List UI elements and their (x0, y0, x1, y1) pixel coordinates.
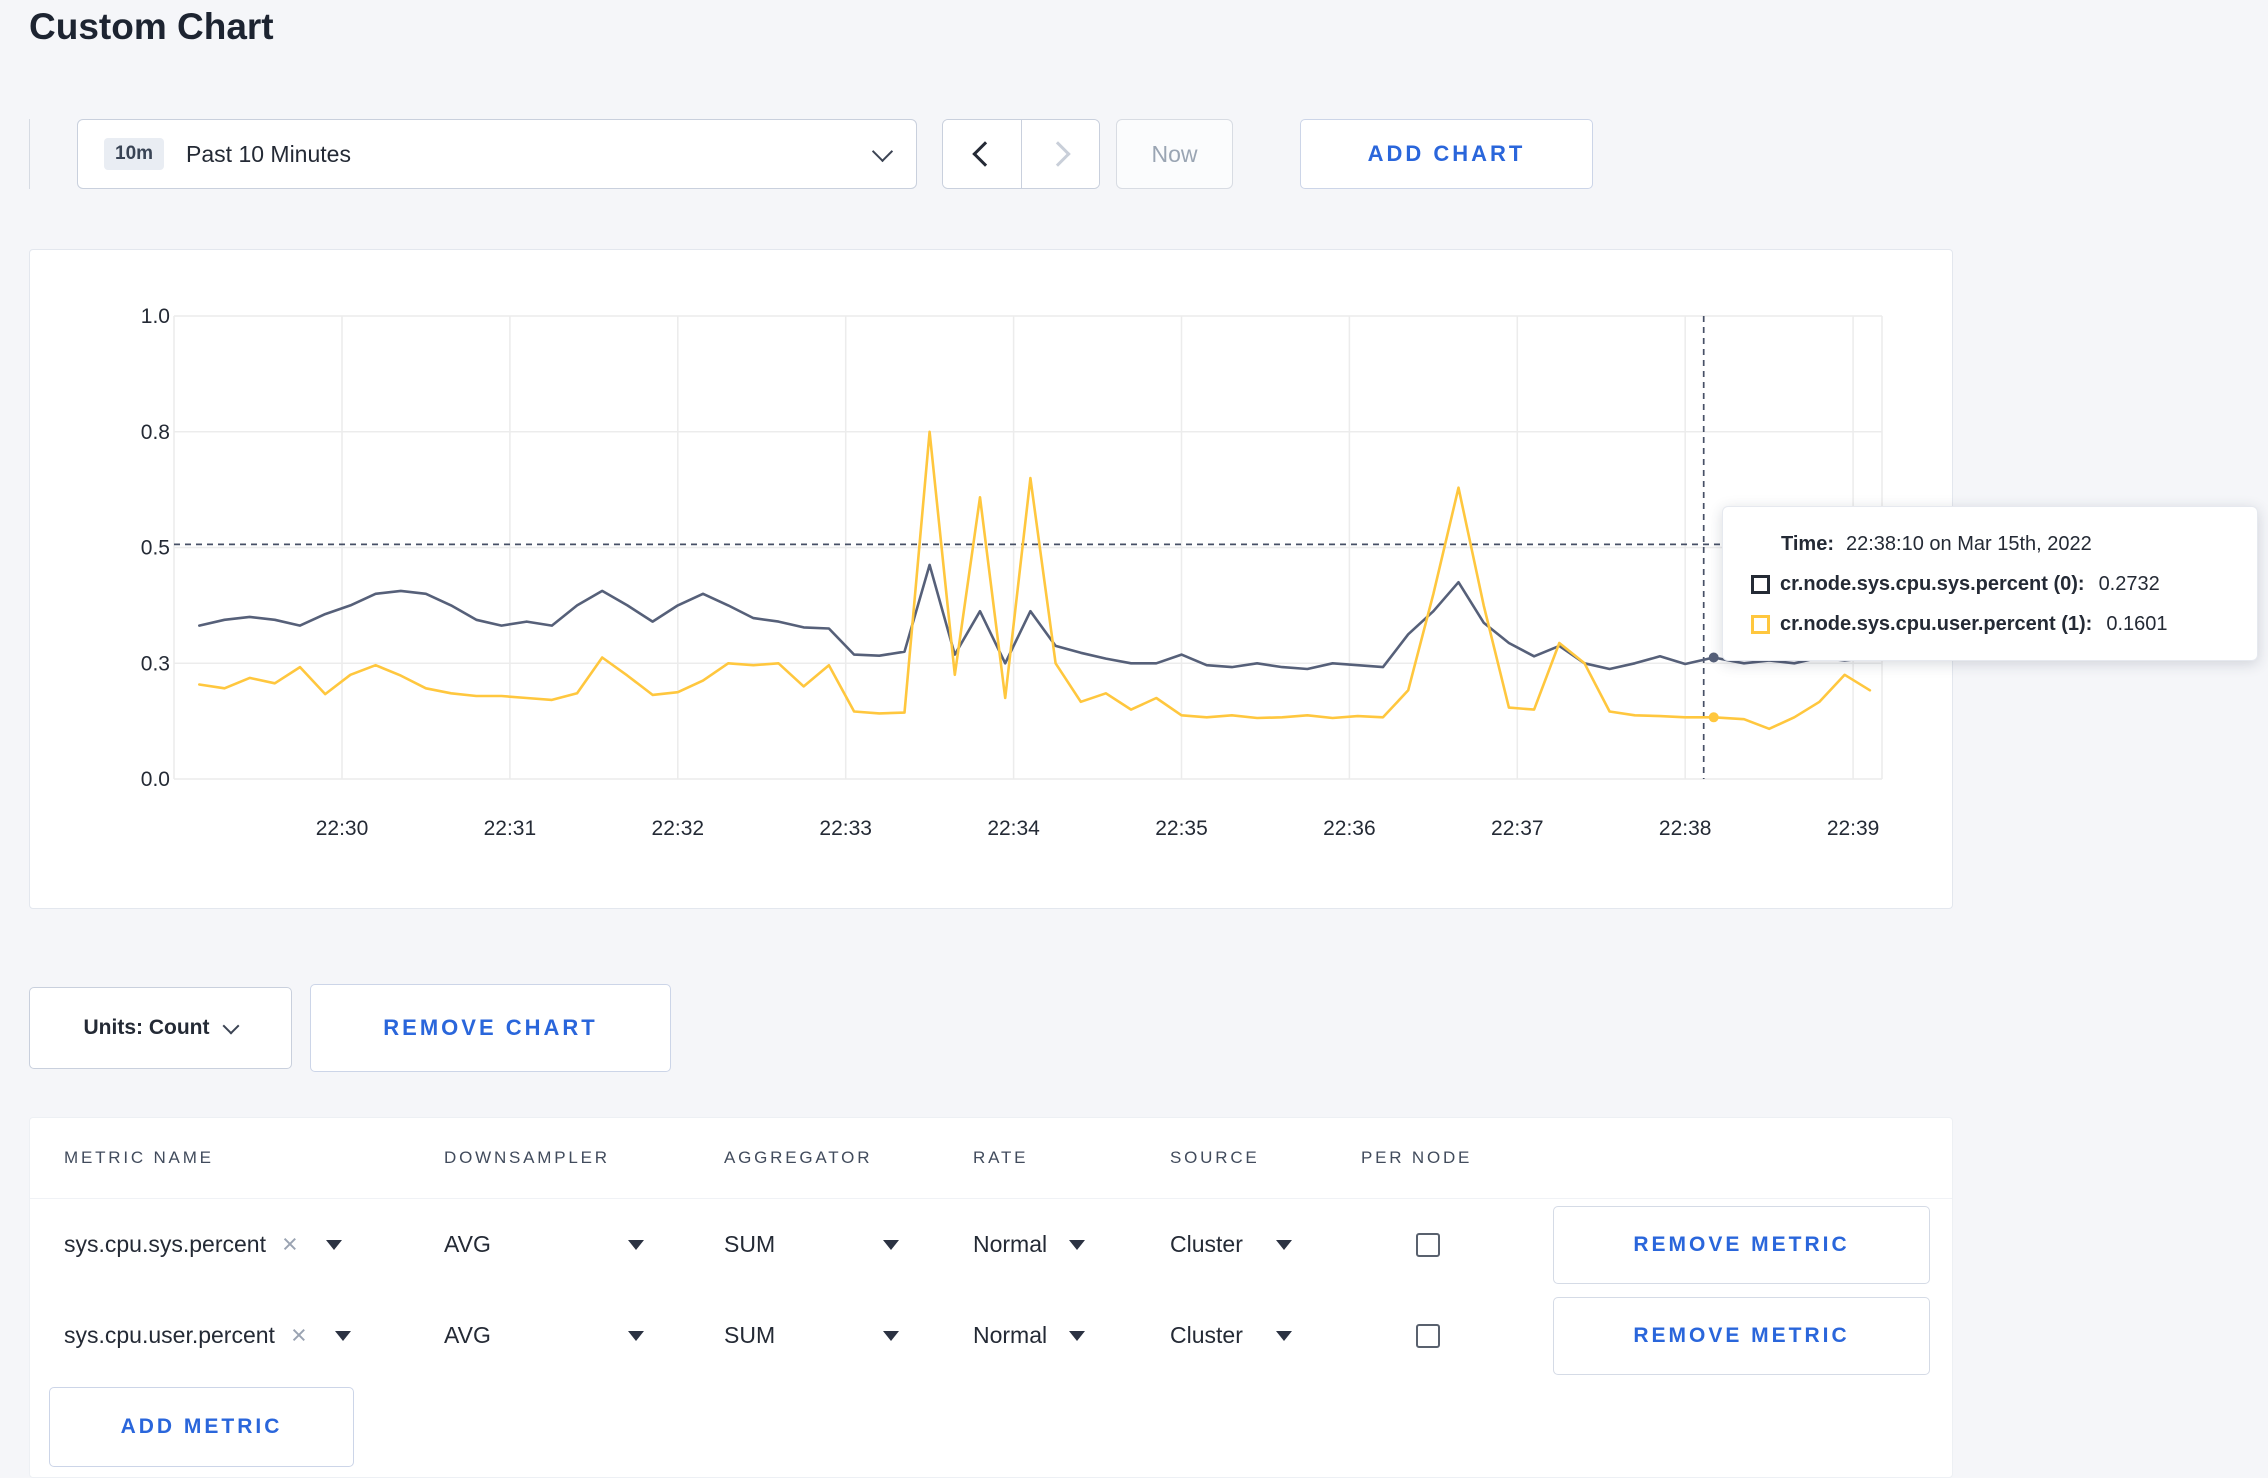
units-select[interactable]: Units: Count (29, 987, 292, 1069)
col-header-rate: RATE (973, 1148, 1029, 1167)
col-header-aggregator: AGGREGATOR (724, 1148, 873, 1167)
now-button[interactable]: Now (1116, 119, 1233, 189)
aggregator-value: SUM (724, 1322, 776, 1348)
source-value: Cluster (1170, 1322, 1243, 1348)
toolbar-divider (29, 119, 30, 189)
metric-name-value: sys.cpu.user.percent (64, 1322, 275, 1348)
timeseries-chart[interactable]: 0.0 0.3 0.5 0.8 1.0 22:30 22:31 22:32 22:33 22:34… (30, 250, 1952, 908)
svg-text:22:36: 22:36 (1323, 817, 1376, 840)
rate-value: Normal (973, 1231, 1048, 1257)
clear-metric-icon[interactable]: × (291, 1322, 307, 1349)
metric-name-select[interactable]: sys.cpu.sys.percent × (64, 1231, 342, 1258)
caret-down-icon (883, 1330, 899, 1341)
tooltip-series-name: cr.node.sys.cpu.user.percent (1): (1780, 613, 2093, 635)
svg-text:1.0: 1.0 (141, 305, 170, 328)
time-range-select[interactable]: 10m Past 10 Minutes (77, 119, 917, 189)
downsampler-value: AVG (444, 1322, 491, 1348)
downsampler-select[interactable]: AVG (444, 1322, 644, 1349)
caret-down-icon (1276, 1330, 1292, 1341)
caret-down-icon (628, 1330, 644, 1341)
svg-text:22:31: 22:31 (484, 817, 537, 840)
prev-time-button[interactable] (943, 120, 1021, 188)
svg-text:22:34: 22:34 (987, 817, 1040, 840)
caret-down-icon (1276, 1239, 1292, 1250)
rate-select[interactable]: Normal (973, 1322, 1085, 1349)
source-select[interactable]: Cluster (1170, 1322, 1292, 1349)
aggregator-select[interactable]: SUM (724, 1231, 899, 1258)
aggregator-value: SUM (724, 1231, 776, 1257)
caret-down-icon (1069, 1239, 1085, 1250)
chart-card[interactable]: 0.0 0.3 0.5 0.8 1.0 22:30 22:31 22:32 22:33 22:34… (29, 249, 1953, 909)
svg-text:22:35: 22:35 (1155, 817, 1208, 840)
col-header-source: SOURCE (1170, 1148, 1260, 1167)
caret-down-icon (1069, 1330, 1085, 1341)
rate-value: Normal (973, 1322, 1048, 1348)
sys-series-swatch-icon (1751, 575, 1770, 594)
tooltip-series-row: cr.node.sys.cpu.sys.percent (0): 0.2732 (1751, 573, 2229, 596)
aggregator-select[interactable]: SUM (724, 1322, 899, 1349)
col-header-per-node: PER NODE (1361, 1148, 1473, 1167)
col-header-downsampler: DOWNSAMPLER (444, 1148, 610, 1167)
metric-name-select[interactable]: sys.cpu.user.percent × (64, 1322, 351, 1349)
tooltip-time-row: Time: 22:38:10 on Mar 15th, 2022 (1751, 533, 2229, 556)
time-nav-group (942, 119, 1100, 189)
caret-down-icon (628, 1239, 644, 1250)
user-series-swatch-icon (1751, 615, 1770, 634)
downsampler-value: AVG (444, 1231, 491, 1257)
custom-chart-page: Custom Chart 10m Past 10 Minutes Now ADD… (0, 0, 2268, 1478)
svg-text:22:37: 22:37 (1491, 817, 1544, 840)
tooltip-series-value: 0.1601 (2106, 613, 2168, 635)
rate-select[interactable]: Normal (973, 1231, 1085, 1258)
col-header-metric-name: METRIC NAME (64, 1148, 214, 1167)
svg-text:0.3: 0.3 (141, 652, 170, 675)
svg-text:22:39: 22:39 (1827, 817, 1880, 840)
source-value: Cluster (1170, 1231, 1243, 1257)
tooltip-series-name: cr.node.sys.cpu.sys.percent (0): (1780, 573, 2085, 595)
metrics-table: METRIC NAME DOWNSAMPLER AGGREGATOR RATE … (29, 1117, 1953, 1478)
remove-chart-button[interactable]: REMOVE CHART (310, 984, 671, 1072)
metric-row: sys.cpu.sys.percent × AVG SUM Normal Clu… (30, 1199, 1952, 1290)
chevron-left-icon (972, 141, 998, 167)
per-node-checkbox[interactable] (1416, 1323, 1440, 1348)
remove-metric-button[interactable]: REMOVE METRIC (1553, 1296, 1930, 1375)
per-node-checkbox[interactable] (1416, 1232, 1440, 1257)
chart-tooltip: Time: 22:38:10 on Mar 15th, 2022 cr.node… (1722, 506, 2258, 661)
chart-controls-row: Units: Count REMOVE CHART (29, 984, 671, 1072)
add-metric-button[interactable]: ADD METRIC (49, 1387, 354, 1467)
toolbar: 10m Past 10 Minutes Now ADD CHART (29, 119, 1593, 189)
time-range-badge: 10m (104, 138, 165, 170)
page-title: Custom Chart (29, 6, 274, 47)
chevron-down-icon (871, 140, 894, 162)
svg-text:22:30: 22:30 (316, 817, 369, 840)
caret-down-icon (325, 1239, 342, 1250)
svg-text:0.8: 0.8 (141, 421, 170, 444)
source-select[interactable]: Cluster (1170, 1231, 1292, 1258)
add-chart-button[interactable]: ADD CHART (1300, 119, 1593, 189)
caret-down-icon (334, 1330, 351, 1341)
time-range-label: Past 10 Minutes (186, 140, 351, 167)
svg-text:0.0: 0.0 (141, 768, 170, 791)
tooltip-series-value: 0.2732 (2098, 573, 2160, 595)
tooltip-time-value: 22:38:10 on Mar 15th, 2022 (1845, 533, 2092, 555)
chevron-down-icon (222, 1017, 240, 1035)
units-label: Units: Count (83, 1016, 210, 1039)
remove-metric-button[interactable]: REMOVE METRIC (1553, 1205, 1930, 1284)
caret-down-icon (883, 1239, 899, 1250)
tooltip-time-label: Time: (1781, 533, 1834, 555)
svg-text:22:32: 22:32 (652, 817, 705, 840)
svg-text:22:38: 22:38 (1659, 817, 1712, 840)
metrics-table-header: METRIC NAME DOWNSAMPLER AGGREGATOR RATE … (30, 1118, 1952, 1199)
metric-row: sys.cpu.user.percent × AVG SUM Normal Cl… (30, 1290, 1952, 1381)
chevron-right-icon (1044, 141, 1071, 167)
svg-text:22:33: 22:33 (819, 817, 872, 840)
tooltip-series-row: cr.node.sys.cpu.user.percent (1): 0.1601 (1751, 613, 2229, 636)
next-time-button[interactable] (1021, 120, 1099, 188)
metric-name-value: sys.cpu.sys.percent (64, 1231, 266, 1257)
clear-metric-icon[interactable]: × (282, 1231, 298, 1258)
svg-text:0.5: 0.5 (141, 537, 170, 560)
downsampler-select[interactable]: AVG (444, 1231, 644, 1258)
